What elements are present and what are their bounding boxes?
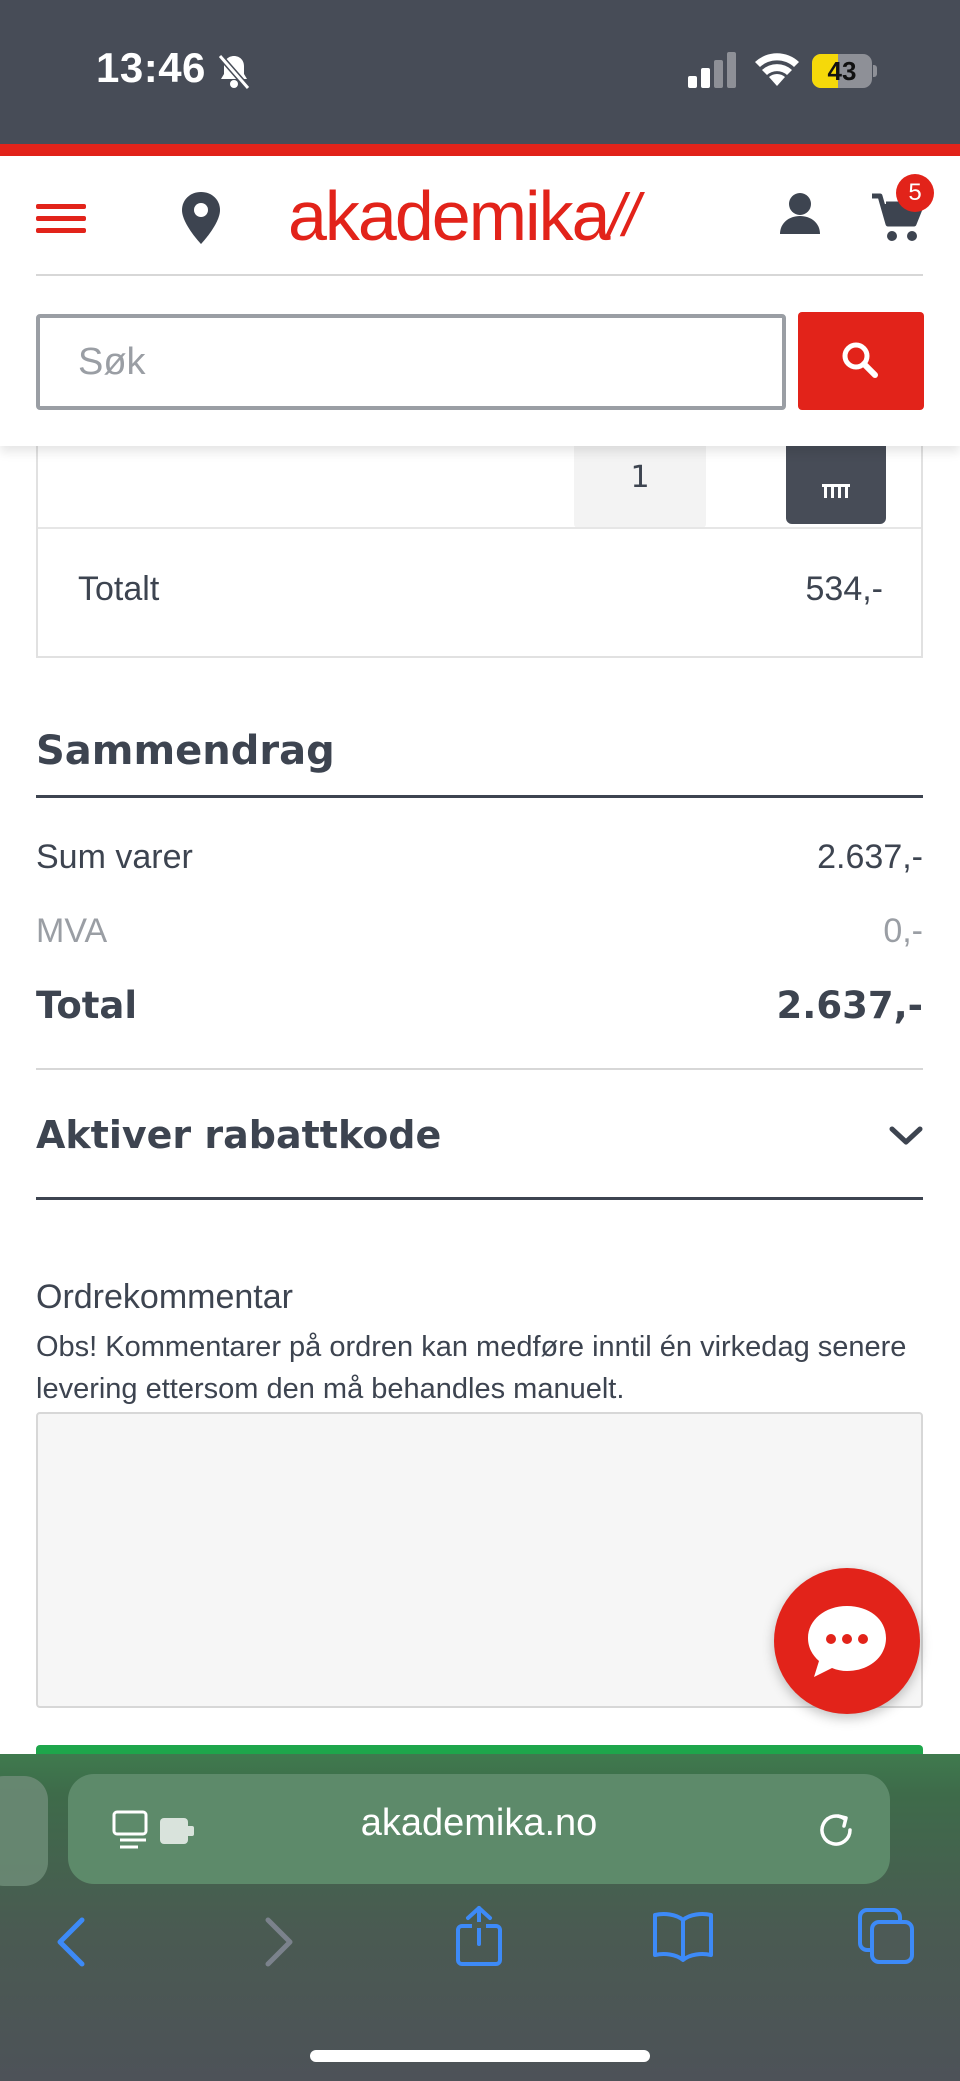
item-total-label: Totalt	[78, 570, 160, 608]
chat-bubble-icon	[808, 1606, 886, 1677]
back-icon[interactable]	[52, 1914, 88, 1970]
item-total-value: 534,-	[805, 570, 884, 608]
share-icon[interactable]	[454, 1904, 504, 1968]
status-time: 13:46	[96, 44, 206, 91]
browser-toolbar: akademika.no	[0, 1754, 960, 2081]
order-comment-title: Ordrekommentar	[36, 1278, 293, 1316]
remove-item-button[interactable]	[786, 440, 886, 524]
battery-level: 43	[827, 56, 857, 86]
address-bar[interactable]: akademika.no	[68, 1774, 890, 1884]
forward-icon[interactable]	[262, 1914, 298, 1970]
divider	[36, 1068, 923, 1070]
cellular-signal-icon	[688, 52, 736, 88]
search-icon	[842, 342, 878, 378]
user-account-icon[interactable]	[778, 190, 822, 240]
brand-accent-line	[0, 144, 960, 156]
divider	[36, 1197, 923, 1200]
divider	[38, 527, 921, 529]
trash-icon	[822, 484, 850, 498]
home-indicator	[310, 2050, 650, 2062]
search-button[interactable]	[798, 312, 924, 410]
status-bar: 13:46 43	[0, 0, 960, 144]
summary-title: Sammendrag	[36, 728, 335, 774]
summary-value: 2.637,-	[776, 984, 923, 1027]
bookmarks-icon[interactable]	[652, 1910, 714, 1962]
discount-code-label: Aktiver rabattkode	[36, 1113, 442, 1157]
summary-value: 2.637,-	[817, 838, 923, 876]
battery-icon: 43	[812, 54, 878, 88]
order-comment-note: Obs! Kommentarer på ordren kan medføre i…	[36, 1331, 907, 1405]
site-header: akademika// 5 Søk	[0, 156, 960, 446]
search-placeholder: Søk	[78, 341, 146, 383]
divider	[36, 795, 923, 798]
wifi-icon	[755, 53, 799, 86]
search-input[interactable]: Søk	[36, 314, 786, 410]
previous-tab-preview[interactable]	[0, 1776, 48, 1886]
bell-muted-icon	[217, 54, 251, 90]
url-text: akademika.no	[360, 1802, 598, 1844]
divider	[36, 274, 923, 276]
summary-label: Total	[36, 984, 138, 1027]
location-pin-icon[interactable]	[178, 190, 224, 246]
summary-value: 0,-	[883, 912, 923, 950]
discount-code-toggle[interactable]: Aktiver rabattkode	[36, 1075, 923, 1197]
summary-label: Sum varer	[36, 838, 193, 876]
akademika-logo[interactable]: akademika//	[288, 176, 640, 256]
chevron-down-icon	[889, 1126, 923, 1145]
summary-label: MVA	[36, 912, 108, 950]
hamburger-menu-icon[interactable]	[36, 198, 86, 238]
quantity-field[interactable]: 1	[574, 440, 706, 528]
cart-count-badge: 5	[896, 174, 934, 212]
reload-icon[interactable]	[814, 1808, 858, 1852]
chat-button[interactable]	[774, 1568, 920, 1714]
tabs-icon[interactable]	[858, 1908, 916, 1966]
